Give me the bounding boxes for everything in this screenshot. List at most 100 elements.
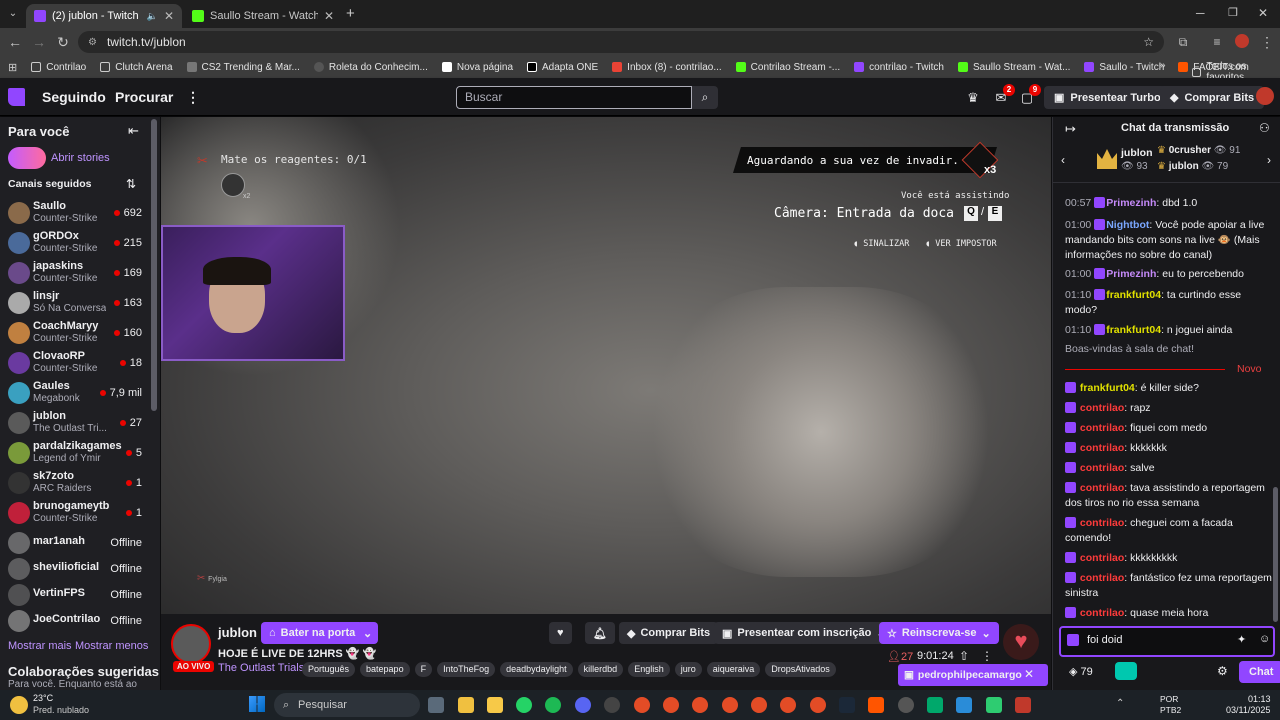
sidebar-channel-offline[interactable]: shevilioficial Offline xyxy=(0,554,150,580)
chrome-icon[interactable] xyxy=(780,697,796,713)
extensions-icon[interactable]: ⧉ xyxy=(1174,33,1192,51)
keyboard-lang[interactable]: POR xyxy=(1160,694,1178,704)
knock-dropdown[interactable]: ⌄ xyxy=(357,622,379,644)
search-input[interactable]: Buscar xyxy=(456,86,692,109)
close-tab-icon[interactable]: ✕ xyxy=(164,9,174,23)
chat-settings-icon[interactable]: ⚙ xyxy=(1217,664,1228,678)
bookmark-item[interactable]: CS2 Trending & Mar... xyxy=(186,62,300,73)
stream-tag[interactable]: English xyxy=(628,662,670,677)
stream-tag[interactable]: Português xyxy=(302,662,356,677)
collapse-chat-icon[interactable]: ↦ xyxy=(1065,121,1076,137)
stream-tag[interactable]: juro xyxy=(674,662,702,677)
media-icon[interactable]: ≡ xyxy=(1208,33,1226,51)
whatsapp-icon[interactable] xyxy=(516,697,532,713)
minimize-icon[interactable]: ─ xyxy=(1196,6,1205,20)
sidebar-channel-offline[interactable]: mar1anah Offline xyxy=(0,528,150,554)
chat-input[interactable]: foi doid ✦ ☺ xyxy=(1059,626,1275,657)
apps-grid-icon[interactable]: ⊞ xyxy=(8,61,17,74)
resubscribe-button[interactable]: ☆ Reinscreva-se ⌄ xyxy=(879,622,999,644)
spotify-icon[interactable] xyxy=(545,697,561,713)
chrome-icon[interactable] xyxy=(810,697,826,713)
chat-username[interactable]: Primezinh xyxy=(1106,197,1156,209)
chat-username[interactable]: contrilao xyxy=(1080,552,1124,564)
clock-date[interactable]: 03/11/2025 xyxy=(1226,705,1270,715)
back-icon[interactable]: ← xyxy=(6,33,24,51)
chrome-icon[interactable] xyxy=(722,697,738,713)
taskbar-search[interactable]: Pesquisar xyxy=(274,693,420,717)
crown-icon[interactable]: ♛ xyxy=(965,90,981,105)
sidebar-channel[interactable]: gORDOx Counter-Strike 215 xyxy=(0,228,150,258)
stream-tag[interactable]: F xyxy=(414,662,433,677)
nav-browse[interactable]: Procurar xyxy=(115,89,173,105)
file-explorer-icon[interactable] xyxy=(458,697,474,713)
collapse-sidebar-icon[interactable]: ⇤ xyxy=(128,123,139,139)
chat-username[interactable]: frankfurt04 xyxy=(1080,382,1135,394)
emote-icon[interactable]: ☺ xyxy=(1259,633,1270,645)
keyboard-layout[interactable]: PTB2 xyxy=(1160,705,1181,715)
app-icon[interactable] xyxy=(956,697,972,713)
show-less-link[interactable]: Mostrar menos xyxy=(75,640,148,652)
bookmark-item[interactable]: Saullo Stream - Wat... xyxy=(957,62,1070,73)
gift-turbo-button[interactable]: ▣ Presentear Turbo xyxy=(1044,86,1171,109)
show-more-link[interactable]: Mostrar mais xyxy=(8,640,72,652)
more-options-icon[interactable]: ⋮ xyxy=(981,649,993,663)
maximize-icon[interactable]: ❐ xyxy=(1228,6,1238,19)
folder-icon[interactable] xyxy=(487,697,503,713)
community-icon[interactable]: ⚇ xyxy=(1259,121,1270,135)
sidebar-channel[interactable]: sk7zoto ARC Raiders 1 xyxy=(0,468,150,498)
chat-username[interactable]: Primezinh xyxy=(1106,268,1156,280)
chat-scrollbar[interactable] xyxy=(1273,487,1278,622)
chrome-icon[interactable] xyxy=(634,697,650,713)
bookmark-star-icon[interactable]: ☆ xyxy=(1143,35,1154,49)
app-icon[interactable] xyxy=(927,697,943,713)
new-tab-button[interactable]: + xyxy=(346,5,355,22)
stream-tag[interactable]: DropsAtivados xyxy=(765,662,836,677)
bookmark-item[interactable]: Adapta ONE xyxy=(527,62,598,73)
stories-avatars[interactable] xyxy=(8,147,46,169)
reload-icon[interactable]: ↻ xyxy=(54,33,72,51)
sidebar-channel[interactable]: jublon The Outlast Tri... 27 xyxy=(0,408,150,438)
stream-tag[interactable]: deadbydaylight xyxy=(500,662,573,677)
tab-saullo[interactable]: Saullo Stream - Watch Live on K ✕ xyxy=(184,4,342,28)
chevron-right-icon[interactable]: › xyxy=(1267,153,1271,167)
bookmark-item[interactable]: Nova página xyxy=(441,62,513,73)
sidebar-channel[interactable]: brunogameytb Counter-Strike 1 xyxy=(0,498,150,528)
channel-name[interactable]: jublon xyxy=(218,625,257,640)
chat-username[interactable]: contrilao xyxy=(1080,482,1124,494)
tab-list-icon[interactable]: ⌄ xyxy=(4,5,22,23)
sidebar-channel[interactable]: Gaules Megabonk 7,9 mil xyxy=(0,378,150,408)
inbox-icon[interactable]: ✉ 2 xyxy=(993,84,1015,105)
bookmark-item[interactable]: contrilao - Twitch xyxy=(854,62,944,73)
follow-button[interactable]: ♥ xyxy=(549,622,572,644)
bonus-chest-icon[interactable] xyxy=(1115,662,1137,680)
chat-username[interactable]: contrilao xyxy=(1080,402,1124,414)
app-icon[interactable] xyxy=(1015,697,1031,713)
buy-bits-stream-button[interactable]: ◆ Comprar Bits xyxy=(619,622,719,644)
game-link[interactable]: The Outlast Trials xyxy=(218,662,304,674)
stream-tag[interactable]: aiqueraiva xyxy=(706,662,761,677)
channel-points[interactable]: ◈ 79 xyxy=(1069,665,1093,678)
search-button[interactable]: ⌕ xyxy=(692,86,718,109)
app-icon[interactable] xyxy=(898,697,914,713)
gift-sub-button[interactable]: ▣Presentear com inscrição⌄ xyxy=(714,622,894,644)
bookmarks-overflow-icon[interactable]: » xyxy=(1160,60,1166,71)
more-menu-icon[interactable]: ⋮ xyxy=(186,89,200,106)
stream-tag[interactable]: batepapo xyxy=(360,662,410,677)
weather-icon[interactable] xyxy=(10,696,28,714)
chrome-icon[interactable] xyxy=(692,697,708,713)
chrome-icon[interactable] xyxy=(751,697,767,713)
sidebar-scrollbar[interactable] xyxy=(151,119,157,411)
chevron-left-icon[interactable]: ‹ xyxy=(1061,153,1065,167)
sort-icon[interactable]: ⇅ xyxy=(126,177,136,191)
discord-icon[interactable] xyxy=(575,697,591,713)
sidebar-channel-offline[interactable]: JoeContrilao Offline xyxy=(0,606,150,632)
bookmark-item[interactable]: Inbox (8) - contrilao... xyxy=(612,62,722,73)
buy-bits-button[interactable]: ◆ Comprar Bits xyxy=(1160,86,1265,109)
app-icon[interactable] xyxy=(986,697,1002,713)
tab-jublon[interactable]: (2) jublon - Twitch 🔈 ✕ xyxy=(26,4,182,28)
sidebar-channel[interactable]: ClovaoRP Counter-Strike 18 xyxy=(0,348,150,378)
obs-icon[interactable] xyxy=(604,697,620,713)
notify-button[interactable]: 🔔︎ xyxy=(585,622,615,644)
twitch-logo-icon[interactable] xyxy=(8,88,25,106)
chat-username[interactable]: contrilao xyxy=(1080,442,1124,454)
